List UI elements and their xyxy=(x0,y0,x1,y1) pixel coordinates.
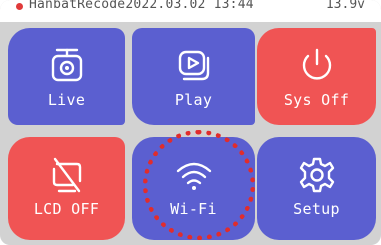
lcd-off-button[interactable]: LCD OFF xyxy=(8,137,125,240)
setup-button[interactable]: Setup xyxy=(257,137,376,240)
live-label: Live xyxy=(47,91,86,109)
wifi-button[interactable]: Wi-Fi xyxy=(132,137,255,240)
voltage-readout: 13.9v xyxy=(325,0,365,12)
wifi-label: Wi-Fi xyxy=(170,200,217,218)
wifi-icon xyxy=(176,162,211,190)
sys-off-label: Sys Off xyxy=(283,91,350,109)
live-button[interactable]: Live xyxy=(8,28,125,125)
device-screen: HanbatRecode2022.03.02 13:44 13.9v Live … xyxy=(0,0,381,245)
screen-off-icon xyxy=(52,157,81,193)
camera-icon xyxy=(51,48,82,82)
status-text: HanbatRecode2022.03.02 13:44 xyxy=(29,0,254,12)
play-button[interactable]: Play xyxy=(132,28,255,125)
status-bar: HanbatRecode2022.03.02 13:44 13.9v xyxy=(0,0,381,22)
play-icon xyxy=(178,50,209,81)
power-icon xyxy=(302,48,331,80)
setup-label: Setup xyxy=(293,200,340,218)
gear-icon xyxy=(299,157,334,193)
sys-off-button[interactable]: Sys Off xyxy=(257,28,376,125)
recording-indicator-icon xyxy=(16,3,23,10)
play-label: Play xyxy=(174,91,213,109)
lcd-off-label: LCD OFF xyxy=(33,200,100,218)
